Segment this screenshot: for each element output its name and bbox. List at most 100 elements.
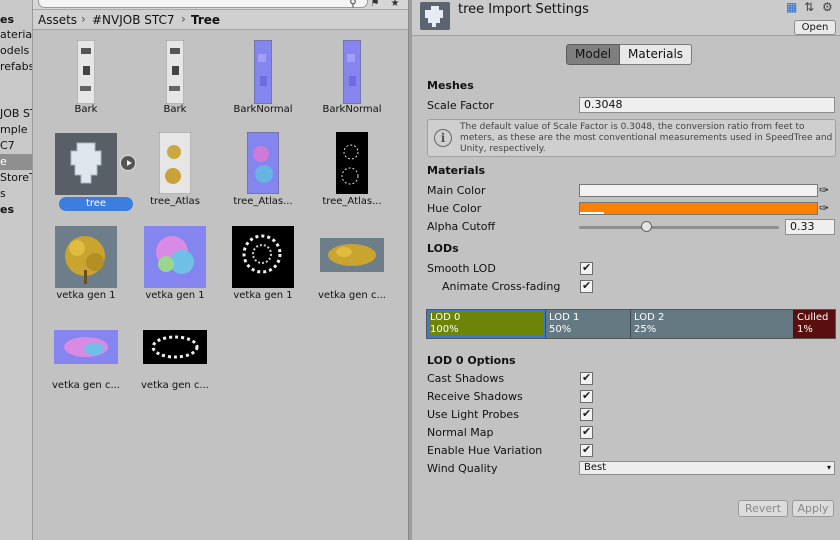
mask-texture-thumbnail [336,132,368,194]
sidebar-item[interactable]: JOB ST [0,106,32,122]
meshes-section-title: Meshes [427,79,474,92]
asset-vetka[interactable]: vetka gen 1 [42,220,130,306]
lod-name: LOD 2 [634,312,665,323]
asset-label: tree_Atlas [150,196,200,207]
preset-settings-icon[interactable]: ⇅ [804,0,814,14]
mask-texture-thumbnail [232,226,294,288]
sidebar-item[interactable]: s [0,186,6,202]
cast-shadows-label: Cast Shadows [427,372,505,385]
mask-texture-thumbnail [143,330,207,364]
lod-percent: 25% [634,324,657,335]
normal-map-thumbnail [54,330,118,364]
asset-label: vetka gen 1 [145,290,205,301]
animate-crossfade-label: Animate Cross-fading [442,280,561,293]
alpha-strip [580,212,604,214]
alpha-cutoff-slider-thumb[interactable] [641,221,652,232]
scale-factor-help: i The default value of Scale Factor is 0… [427,119,836,157]
sidebar-item[interactable]: mple [0,122,28,138]
inspector-title: tree Import Settings [458,2,589,17]
wind-quality-label: Wind Quality [427,462,498,475]
asset-barknormal[interactable]: BarkNormal [219,34,307,120]
breadcrumb-separator-icon: › [181,12,186,26]
help-book-icon[interactable]: ▦ [786,0,797,14]
wind-quality-dropdown[interactable]: Best ▾ [579,461,835,475]
asset-vetka-normal[interactable]: vetka gen 1 [131,220,219,306]
alpha-cutoff-slider[interactable] [579,226,779,229]
lod-1-segment[interactable]: LOD 1 50% [545,310,630,338]
normal-map-label: Normal Map [427,426,494,439]
filter-by-label-icon[interactable]: ⚑ [367,0,383,10]
eyedropper-icon[interactable]: ✑ [819,201,833,215]
asset-bark[interactable]: Bark [131,34,219,120]
asset-label: vetka gen 1 [233,290,293,301]
lod-percent: 50% [549,324,572,335]
vetka-texture-thumbnail [320,238,384,272]
asset-label: BarkNormal [233,104,293,115]
asset-label: vetka gen 1 [56,290,116,301]
culled-segment[interactable]: Culled 1% [793,310,835,338]
open-button[interactable]: Open [794,20,836,35]
materials-section-title: Materials [427,164,486,177]
sidebar-item[interactable]: es [0,12,14,28]
asset-vetka-normal-wide[interactable]: vetka gen c... [42,310,130,396]
light-probes-label: Use Light Probes [427,408,519,421]
eyedropper-icon[interactable]: ✑ [819,183,833,197]
asset-label: tree_Atlas... [322,196,382,207]
revert-button[interactable]: Revert [738,500,788,517]
tab-materials[interactable]: Materials [620,44,693,65]
asset-vetka-mask[interactable]: vetka gen 1 [219,220,307,306]
receive-shadows-checkbox[interactable] [580,389,593,403]
lod-0-segment[interactable]: LOD 0 100% [427,310,545,338]
light-probes-checkbox[interactable] [580,407,593,421]
lod-percent: 100% [430,324,459,335]
asset-label: vetka gen c... [141,380,209,391]
asset-tree-atlas[interactable]: tree_Atlas [131,126,219,212]
sidebar-item-selected[interactable]: e [0,154,32,170]
asset-label: tree_Atlas... [233,196,293,207]
asset-tree-atlas-mask[interactable]: tree_Atlas... [308,126,396,212]
sidebar-item[interactable]: StoreT [0,170,32,186]
animate-crossfade-checkbox[interactable] [580,279,593,293]
smooth-lod-checkbox[interactable] [580,261,593,275]
cast-shadows-checkbox[interactable] [580,371,593,385]
sidebar-item[interactable]: refabs [0,59,32,75]
normal-map-checkbox[interactable] [580,425,593,439]
gear-icon[interactable]: ⚙ [822,0,833,14]
search-icon: ⚲ [349,0,357,9]
sidebar-item[interactable]: aterials [0,27,32,43]
lods-section-title: LODs [427,242,459,255]
asset-tree-selected[interactable]: tree [42,0,136,215]
asset-label: vetka gen c... [52,380,120,391]
inspector-panel: tree Import Settings ▦ ⇅ ⚙ Open Model Ma… [412,0,840,540]
tab-model[interactable]: Model [566,44,621,65]
asset-tree-atlas-normal[interactable]: tree_Atlas... [219,126,307,212]
main-color-swatch[interactable] [579,184,818,197]
breadcrumb-tree[interactable]: Tree [191,13,220,27]
normal-map-thumbnail [144,226,206,288]
lod-2-segment[interactable]: LOD 2 25% [630,310,793,338]
lod0-options-title: LOD 0 Options [427,354,516,367]
lod-group-bar: LOD 0 100% LOD 1 50% LOD 2 25% Culled 1% [426,309,836,339]
asset-barknormal[interactable]: BarkNormal [308,34,396,120]
asset-label: tree [59,197,133,211]
hue-variation-checkbox[interactable] [580,443,593,457]
hue-color-label: Hue Color [427,202,482,215]
tree-asset-icon [420,2,450,30]
vetka-texture-thumbnail [55,226,117,288]
atlas-texture-thumbnail [159,132,191,194]
asset-vetka-mask-wide[interactable]: vetka gen c... [131,310,219,396]
favorite-star-icon[interactable]: ★ [387,0,403,10]
hue-color-swatch[interactable] [579,202,818,215]
receive-shadows-label: Receive Shadows [427,390,523,403]
alpha-cutoff-field[interactable]: 0.33 [785,219,835,235]
sidebar-item[interactable]: es [0,202,14,218]
sidebar-item[interactable]: C7 [0,138,15,154]
asset-vetka-wide[interactable]: vetka gen c... [308,220,396,306]
dropdown-arrow-icon: ▾ [826,463,831,472]
apply-button[interactable]: Apply [792,500,834,517]
normal-map-thumbnail [247,132,279,194]
sidebar-item[interactable]: odels [0,43,29,59]
asset-label: BarkNormal [322,104,382,115]
scale-factor-field[interactable]: 0.3048 [579,97,835,113]
lod-name: LOD 1 [549,312,580,323]
